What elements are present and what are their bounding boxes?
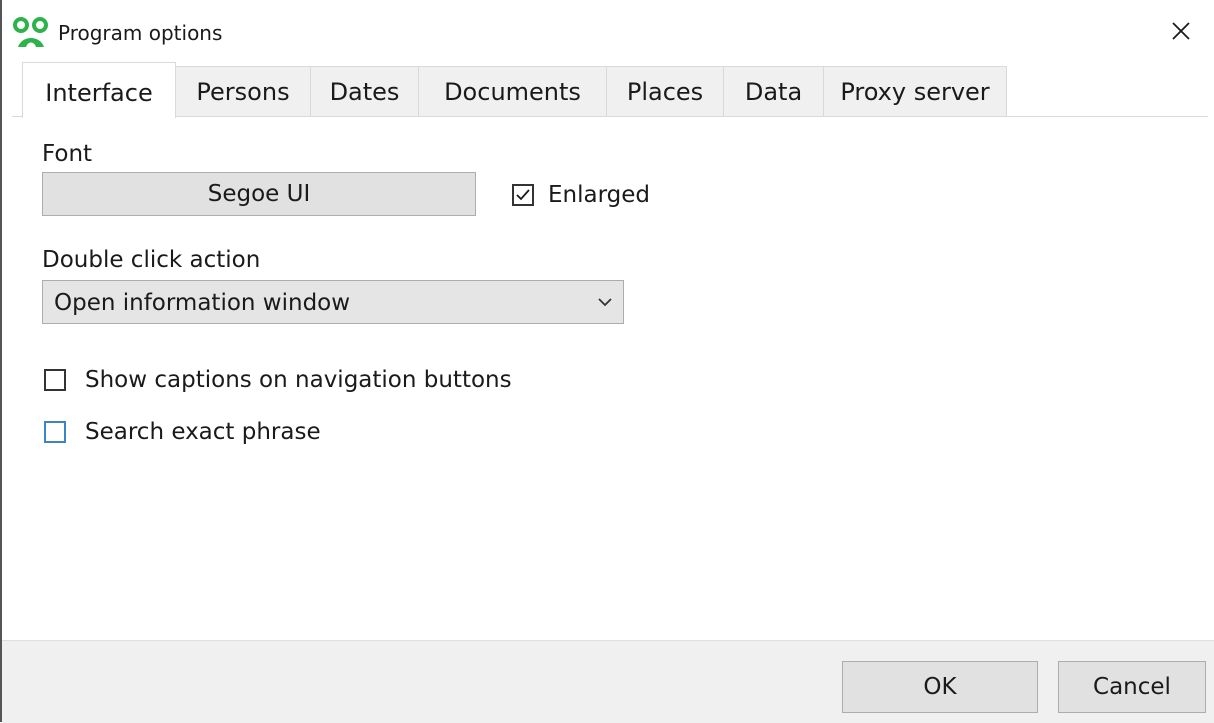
close-button[interactable] (1148, 0, 1214, 62)
tab-data[interactable]: Data (723, 66, 824, 116)
double-click-action-select[interactable]: Open information window (42, 280, 624, 324)
show-captions-label: Show captions on navigation buttons (85, 367, 512, 393)
cancel-button[interactable]: Cancel (1058, 661, 1206, 713)
show-captions-checkbox[interactable] (44, 369, 66, 391)
double-click-label: Double click action (42, 247, 261, 273)
ok-button[interactable]: OK (842, 661, 1038, 713)
double-click-action-value: Open information window (54, 290, 351, 316)
window-title: Program options (58, 21, 223, 45)
tab-persons[interactable]: Persons (175, 66, 311, 116)
font-picker-button[interactable]: Segoe UI (42, 172, 476, 216)
tab-interface[interactable]: Interface (22, 62, 176, 118)
tab-dates[interactable]: Dates (310, 66, 419, 116)
tab-places[interactable]: Places (606, 66, 724, 116)
search-exact-phrase-checkbox[interactable] (44, 421, 66, 443)
enlarged-label: Enlarged (548, 182, 650, 208)
close-icon (1172, 22, 1190, 40)
dialog-footer: OK Cancel (2, 640, 1214, 723)
search-exact-phrase-label: Search exact phrase (85, 419, 321, 445)
tab-documents[interactable]: Documents (418, 66, 607, 116)
program-options-dialog: Program options Interface Persons Dates … (0, 0, 1214, 723)
title-bar: Program options (2, 0, 1214, 62)
enlarged-checkbox[interactable] (512, 184, 534, 206)
tab-proxy-server[interactable]: Proxy server (823, 66, 1007, 116)
tab-strip: Interface Persons Dates Documents Places… (12, 62, 1212, 118)
chevron-down-icon (598, 298, 612, 307)
checkmark-icon (516, 189, 530, 201)
font-label: Font (42, 141, 93, 167)
app-logo-icon (13, 17, 48, 47)
